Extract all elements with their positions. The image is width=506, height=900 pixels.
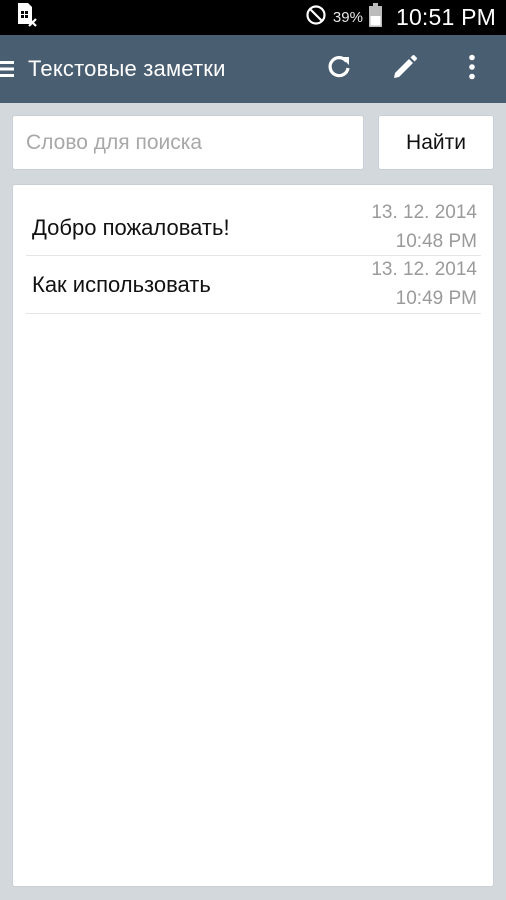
list-item[interactable]: Как использовать 13. 12. 2014 10:49 PM <box>26 256 481 314</box>
status-time: 10:51 PM <box>395 4 496 30</box>
notes-list: Добро пожаловать! 13. 12. 2014 10:48 PM … <box>12 184 494 887</box>
overflow-menu-button[interactable] <box>438 35 506 103</box>
note-date: 13. 12. 2014 <box>371 202 477 223</box>
search-button[interactable]: Найти <box>378 115 494 170</box>
status-notifications <box>16 2 38 33</box>
app-title: Текстовые заметки <box>28 56 226 81</box>
hamburger-menu-icon[interactable] <box>0 35 22 103</box>
battery-icon <box>368 3 382 32</box>
refresh-icon <box>326 54 352 85</box>
battery-percent: 39% <box>332 9 363 26</box>
list-item[interactable]: Добро пожаловать! 13. 12. 2014 10:48 PM <box>26 198 481 256</box>
edit-note-button[interactable] <box>372 35 438 103</box>
note-time: 10:49 PM <box>395 288 477 309</box>
more-vert-icon <box>468 54 476 85</box>
sim-card-no-service-icon <box>16 2 38 33</box>
note-time: 10:48 PM <box>395 231 477 252</box>
do-not-disturb-icon <box>305 4 327 31</box>
note-title: Добро пожаловать! <box>32 215 230 240</box>
search-input[interactable] <box>12 115 364 170</box>
refresh-button[interactable] <box>306 35 372 103</box>
note-title: Как использовать <box>32 272 211 297</box>
status-bar: 39% 10:51 PM <box>0 0 506 35</box>
pencil-icon <box>391 53 419 86</box>
note-date: 13. 12. 2014 <box>371 259 477 280</box>
app-bar: Текстовые заметки <box>0 35 506 103</box>
